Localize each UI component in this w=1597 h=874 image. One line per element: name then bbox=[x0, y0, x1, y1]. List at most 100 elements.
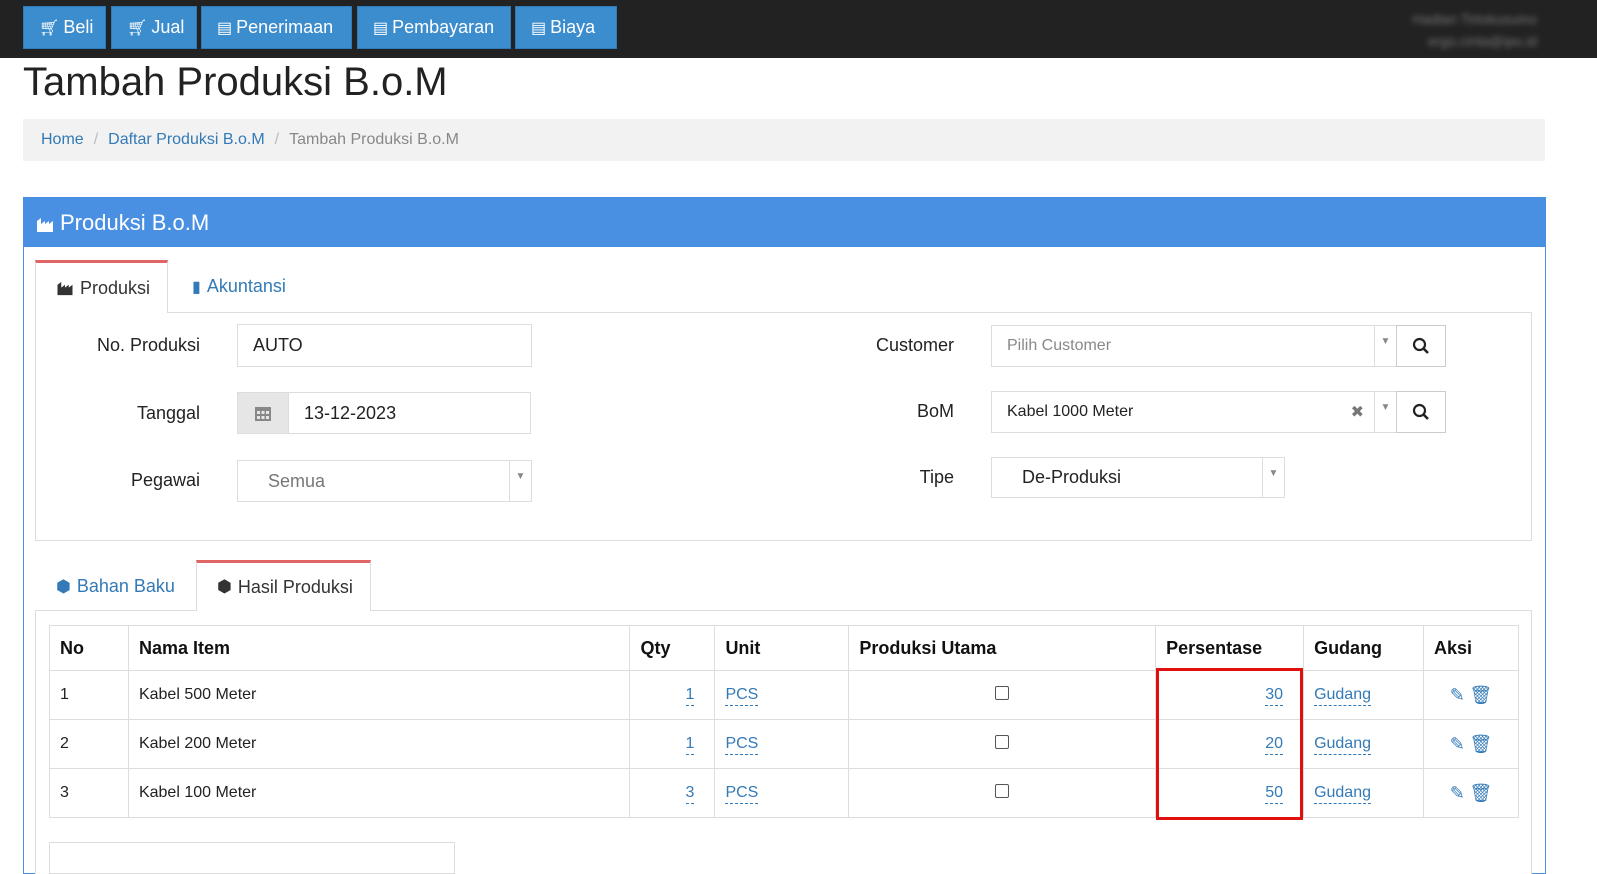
trash-icon[interactable]: 🗑︎ bbox=[1469, 685, 1492, 705]
customer-search-button[interactable] bbox=[1396, 325, 1446, 367]
row-no: 1 bbox=[49, 670, 129, 720]
row-gudang[interactable]: Gudang bbox=[1314, 783, 1371, 804]
header-unit: Unit bbox=[714, 625, 850, 671]
clear-icon[interactable]: ✖ bbox=[1351, 402, 1364, 422]
biaya-button[interactable]: ▤ Biaya bbox=[515, 6, 617, 49]
row-aksi-cell: ✎ 🗑︎ bbox=[1423, 768, 1519, 818]
money-icon: ▤ bbox=[217, 19, 233, 37]
pegawai-label: Pegawai bbox=[130, 470, 200, 490]
penerimaan-button[interactable]: ▤ Penerimaan bbox=[201, 6, 352, 49]
customer-select[interactable]: Pilih Customer ▼ bbox=[991, 325, 1397, 367]
row-unit-cell: PCS bbox=[714, 768, 850, 818]
tipe-label: Tipe bbox=[919, 467, 954, 487]
row-qty[interactable]: 1 bbox=[685, 734, 695, 755]
produksi-utama-checkbox[interactable] bbox=[995, 783, 1010, 798]
trash-icon[interactable]: 🗑︎ bbox=[1469, 783, 1492, 803]
row-aksi-cell: ✎ 🗑︎ bbox=[1423, 670, 1519, 720]
breadcrumb-current: Tambah Produksi B.o.M bbox=[289, 131, 459, 148]
row-qty-cell: 1 bbox=[629, 719, 716, 769]
row-aksi-cell: ✎ 🗑︎ bbox=[1423, 719, 1519, 769]
header-aksi: Aksi bbox=[1423, 625, 1519, 671]
row-item: Kabel 100 Meter bbox=[127, 768, 631, 818]
chevron-down-icon: ▼ bbox=[1374, 392, 1396, 432]
edit-icon[interactable]: ✎ bbox=[1450, 734, 1465, 754]
row-qty[interactable]: 3 bbox=[685, 783, 695, 804]
pegawai-value: Semua bbox=[268, 470, 326, 491]
breadcrumb-separator: / bbox=[93, 131, 99, 148]
bom-value: Kabel 1000 Meter bbox=[1007, 403, 1134, 420]
calendar-icon[interactable] bbox=[237, 392, 289, 434]
row-item: Kabel 500 Meter bbox=[127, 670, 631, 720]
no-produksi-label: No. Produksi bbox=[96, 335, 200, 355]
biaya-label: Biaya bbox=[550, 17, 596, 37]
chevron-down-icon: ▼ bbox=[1374, 326, 1396, 366]
add-item-select[interactable] bbox=[49, 842, 455, 874]
row-utama-cell bbox=[848, 719, 1157, 769]
customer-placeholder: Pilih Customer bbox=[1007, 337, 1112, 354]
book-icon: ▮ bbox=[192, 278, 201, 296]
row-qty[interactable]: 1 bbox=[685, 685, 695, 706]
beli-label: Beli bbox=[63, 17, 94, 37]
beli-button[interactable]: 🛒︎ Beli bbox=[23, 6, 106, 49]
cart-icon: 🛒︎ bbox=[127, 19, 148, 37]
pembayaran-label: Pembayaran bbox=[392, 17, 495, 37]
row-qty-cell: 1 bbox=[629, 670, 716, 720]
jual-label: Jual bbox=[151, 17, 185, 37]
factory-icon bbox=[57, 281, 73, 295]
header-gudang: Gudang bbox=[1303, 625, 1425, 671]
tab-produksi-label: Produksi bbox=[80, 277, 151, 298]
row-unit[interactable]: PCS bbox=[725, 734, 759, 755]
breadcrumb-home[interactable]: Home bbox=[41, 131, 84, 149]
row-unit[interactable]: PCS bbox=[725, 685, 759, 706]
pegawai-select[interactable]: Semua ▼ bbox=[237, 460, 532, 502]
tab-hasil-produksi[interactable]: ⬢ Hasil Produksi bbox=[196, 560, 371, 611]
search-icon bbox=[1412, 403, 1429, 420]
edit-icon[interactable]: ✎ bbox=[1450, 783, 1465, 803]
row-utama-cell bbox=[848, 768, 1157, 818]
tab-produksi[interactable]: Produksi bbox=[35, 260, 168, 313]
bom-search-button[interactable] bbox=[1396, 391, 1446, 433]
persentase-highlight-box bbox=[1156, 668, 1303, 820]
row-unit[interactable]: PCS bbox=[725, 783, 759, 804]
row-gudang-cell: Gudang bbox=[1303, 670, 1425, 720]
breadcrumb-separator: / bbox=[274, 131, 280, 148]
cubes-icon: ⬢ bbox=[217, 577, 232, 596]
header-produksi-utama: Produksi Utama bbox=[848, 625, 1157, 671]
penerimaan-label: Penerimaan bbox=[236, 17, 334, 37]
tanggal-input[interactable]: 13-12-2023 bbox=[288, 392, 531, 434]
breadcrumb: Home / Daftar Produksi B.o.M / Tambah Pr… bbox=[23, 119, 1545, 161]
customer-label: Customer bbox=[875, 335, 954, 355]
tipe-select[interactable]: De-Produksi ▼ bbox=[991, 457, 1285, 498]
row-utama-cell bbox=[848, 670, 1157, 720]
search-icon bbox=[1412, 337, 1429, 354]
row-no: 2 bbox=[49, 719, 129, 769]
bom-label: BoM bbox=[916, 401, 954, 421]
tanggal-label: Tanggal bbox=[136, 403, 200, 423]
tipe-value: De-Produksi bbox=[1022, 467, 1122, 487]
page-title: Tambah Produksi B.o.M bbox=[23, 60, 448, 104]
user-info[interactable]: Hadian Tirtokusumo ergo.cinta@ipo.id bbox=[1412, 8, 1537, 52]
cube-icon: ⬢ bbox=[56, 576, 71, 596]
trash-icon[interactable]: 🗑︎ bbox=[1469, 734, 1492, 754]
produksi-utama-checkbox[interactable] bbox=[995, 734, 1010, 749]
tab-hasil-produksi-label: Hasil Produksi bbox=[237, 576, 353, 597]
header-no: No bbox=[49, 625, 129, 671]
breadcrumb-list[interactable]: Daftar Produksi B.o.M bbox=[108, 131, 265, 149]
row-gudang[interactable]: Gudang bbox=[1314, 734, 1371, 755]
jual-button[interactable]: 🛒︎ Jual bbox=[111, 6, 197, 49]
tab-bahan-baku[interactable]: ⬢ Bahan Baku bbox=[36, 560, 196, 613]
top-navbar: 🛒︎ Beli 🛒︎ Jual ▤ Penerimaan ▤ Pembayaran ▤ B… bbox=[0, 0, 1597, 58]
pembayaran-button[interactable]: ▤ Pembayaran bbox=[357, 6, 511, 49]
cart-icon: 🛒︎ bbox=[39, 19, 60, 37]
edit-icon[interactable]: ✎ bbox=[1450, 685, 1465, 705]
row-gudang[interactable]: Gudang bbox=[1314, 685, 1371, 706]
no-produksi-input[interactable]: AUTO bbox=[237, 324, 532, 367]
chevron-down-icon: ▼ bbox=[509, 461, 531, 501]
row-item: Kabel 200 Meter bbox=[127, 719, 631, 769]
produksi-utama-checkbox[interactable] bbox=[995, 685, 1010, 700]
row-no: 3 bbox=[49, 768, 129, 818]
bom-select[interactable]: Kabel 1000 Meter ✖ ▼ bbox=[991, 391, 1397, 433]
chevron-down-icon: ▼ bbox=[1262, 458, 1284, 497]
tab-akuntansi[interactable]: ▮ Akuntansi bbox=[172, 260, 312, 313]
header-persentase: Persentase bbox=[1155, 625, 1305, 671]
